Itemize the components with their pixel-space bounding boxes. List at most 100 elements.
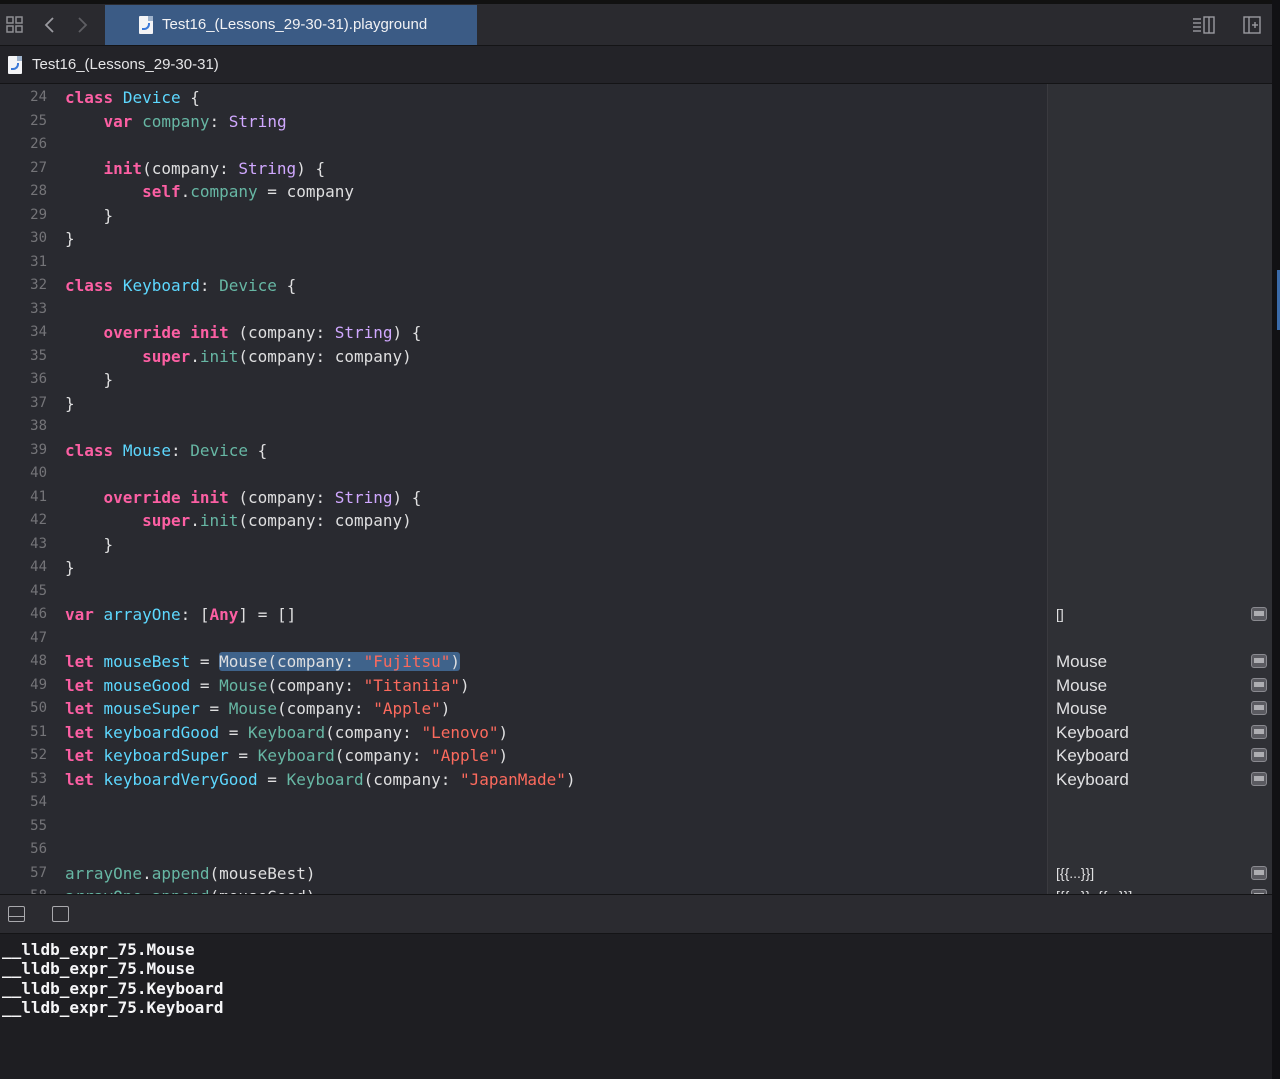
code-line[interactable]: 28 self.company = company bbox=[0, 180, 1047, 203]
code-line[interactable]: 38 bbox=[0, 415, 1047, 438]
code-line[interactable]: 48 let mouseBest = Mouse(company: "Fujits… bbox=[0, 650, 1047, 673]
code-line[interactable]: 27 init(company: String) { bbox=[0, 157, 1047, 180]
line-number: 26 bbox=[30, 136, 47, 152]
code-line[interactable]: 54 bbox=[0, 791, 1047, 814]
line-number: 39 bbox=[30, 441, 47, 458]
code-token: super bbox=[142, 346, 191, 366]
code-token: Mouse bbox=[122, 440, 171, 460]
code-line[interactable]: 39 class Mouse: Device { bbox=[0, 439, 1047, 462]
code-line[interactable]: 32 class Keyboard: Device { bbox=[0, 274, 1047, 297]
code-line[interactable]: 30} bbox=[0, 227, 1047, 250]
quick-look-icon[interactable] bbox=[1251, 607, 1267, 621]
code-line[interactable]: 50 let mouseSuper = Mouse(company: "Apple… bbox=[0, 697, 1047, 720]
code-line[interactable]: 26 bbox=[0, 133, 1047, 156]
code-token: { bbox=[248, 440, 268, 460]
code-token: arrayOne bbox=[65, 863, 143, 883]
results-sidebar: [] Mouse Mouse Mouse Keyboard Keyboard Keyboar… bbox=[1047, 84, 1272, 894]
code-token: let bbox=[65, 722, 94, 742]
line-number: 35 bbox=[30, 347, 47, 364]
debug-console[interactable]: __lldb_expr_75.Mouse __lldb_expr_75.Mouse… bbox=[0, 934, 1272, 1079]
console-toggle-icon[interactable] bbox=[52, 906, 69, 922]
code-token: company bbox=[190, 182, 258, 201]
line-number: 53 bbox=[30, 770, 47, 787]
line-number: 57 bbox=[30, 864, 47, 881]
add-editor-icon[interactable] bbox=[1240, 12, 1264, 38]
chevron-right-icon[interactable] bbox=[70, 12, 94, 38]
code-token: . bbox=[142, 863, 152, 883]
code-line[interactable]: 41 override init (company: String) { bbox=[0, 486, 1047, 509]
tab-playground[interactable]: Test16_(Lessons_29-30-31).playground bbox=[105, 5, 477, 45]
code-line[interactable]: 55 bbox=[0, 815, 1047, 838]
hide-debug-area-icon[interactable] bbox=[8, 906, 25, 922]
quick-look-icon[interactable] bbox=[1251, 724, 1267, 739]
chevron-left-icon[interactable] bbox=[38, 12, 62, 38]
code-line[interactable]: 43 } bbox=[0, 533, 1047, 556]
code-line[interactable]: 35 super.init(company: company) bbox=[0, 345, 1047, 368]
code-line[interactable]: 34 override init (company: String) { bbox=[0, 321, 1047, 344]
code-token: ) bbox=[459, 675, 470, 695]
result-value: [] bbox=[1056, 606, 1064, 622]
quick-look-icon[interactable] bbox=[1251, 677, 1267, 692]
code-token: } bbox=[65, 534, 114, 554]
result-row: [{{...}}] bbox=[1048, 862, 1272, 885]
code-token: (company: bbox=[276, 699, 374, 718]
code-token: (company: bbox=[325, 722, 422, 742]
code-token: = bbox=[190, 675, 220, 695]
console-output-line: __lldb_expr_75.Mouse bbox=[2, 959, 195, 979]
grid-icon[interactable] bbox=[3, 12, 27, 38]
code-line[interactable]: 51 let keyboardGood = Keyboard(company: "… bbox=[0, 721, 1047, 744]
line-number: 52 bbox=[30, 747, 47, 763]
line-number: 33 bbox=[30, 300, 47, 317]
result-value: Mouse bbox=[1056, 699, 1108, 718]
editor-options-icon[interactable] bbox=[1190, 12, 1218, 38]
quick-look-icon[interactable] bbox=[1251, 771, 1267, 786]
code-line[interactable]: 36 } bbox=[0, 368, 1047, 391]
line-number: 49 bbox=[30, 676, 47, 693]
code-line[interactable]: 44} bbox=[0, 556, 1047, 579]
code-line[interactable]: 37} bbox=[0, 392, 1047, 415]
code-token: String bbox=[334, 487, 393, 507]
jump-bar[interactable]: Test16_(Lessons_29-30-31) bbox=[0, 46, 1272, 84]
code-line[interactable]: 29 } bbox=[0, 204, 1047, 227]
line-number: 46 bbox=[30, 606, 47, 622]
quick-look-icon[interactable] bbox=[1251, 701, 1267, 715]
code-token: self bbox=[142, 182, 181, 201]
code-token: Device bbox=[219, 276, 277, 295]
code-line[interactable]: 31 bbox=[0, 251, 1047, 274]
code-line[interactable]: 45 bbox=[0, 580, 1047, 603]
code-token: Mouse(company: bbox=[219, 652, 364, 671]
code-line[interactable]: 58 arrayOne.append(mouseGood) bbox=[0, 885, 1047, 894]
code-line[interactable]: 53 let keyboardVeryGood = Keyboard(compan… bbox=[0, 768, 1047, 791]
quick-look-icon[interactable] bbox=[1251, 654, 1267, 668]
code-line[interactable]: 56 bbox=[0, 838, 1047, 861]
code-token: } bbox=[65, 393, 75, 413]
breadcrumb[interactable]: Test16_(Lessons_29-30-31) bbox=[32, 56, 219, 73]
code-line[interactable]: 46 var arrayOne: [Any] = [] bbox=[0, 603, 1047, 626]
code-line[interactable]: 33 bbox=[0, 298, 1047, 321]
quick-look-icon[interactable] bbox=[1251, 748, 1267, 762]
code-line[interactable]: 25 var company: String bbox=[0, 110, 1047, 133]
code-line[interactable]: 24 class Device { bbox=[0, 86, 1047, 109]
code-line[interactable]: 49 let mouseGood = Mouse(company: "Titani… bbox=[0, 674, 1047, 697]
code-token: String bbox=[238, 158, 297, 178]
result-value: Mouse bbox=[1056, 652, 1108, 671]
code-token: = bbox=[219, 722, 249, 742]
code-line[interactable]: 57 arrayOne.append(mouseBest) bbox=[0, 862, 1047, 885]
code-token: mouseBest bbox=[103, 652, 191, 671]
code-text: let mouseGood = Mouse(company: "Titaniia… bbox=[65, 674, 470, 697]
code-token: (mouseBest) bbox=[209, 863, 316, 883]
code-line[interactable]: 40 bbox=[0, 462, 1047, 485]
source-editor[interactable]: 24 class Device {25 var company: String 26… bbox=[0, 84, 1047, 894]
code-line[interactable]: 42 super.init(company: company) bbox=[0, 509, 1047, 532]
code-token: "Lenovo" bbox=[421, 722, 499, 742]
code-text: } bbox=[65, 368, 114, 391]
quick-look-icon[interactable] bbox=[1251, 865, 1267, 880]
code-line[interactable]: 47 bbox=[0, 627, 1047, 650]
code-line[interactable]: 52 let keyboardSuper = Keyboard(company: … bbox=[0, 744, 1047, 767]
